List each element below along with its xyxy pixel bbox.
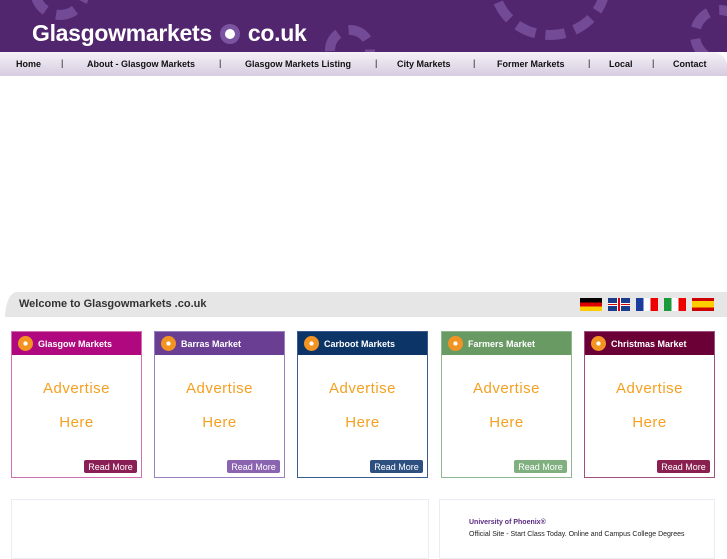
german-flag-icon[interactable] (580, 298, 602, 311)
read-more-button[interactable]: Read More (370, 460, 423, 473)
sun-icon (304, 336, 319, 351)
content-box (11, 499, 429, 559)
here-text: Here (632, 414, 667, 431)
here-text: Here (345, 414, 380, 431)
french-flag-icon[interactable] (636, 298, 658, 311)
nav-former-markets[interactable]: Former Markets (497, 59, 565, 69)
ad-title-link[interactable]: University of Phoenix® (469, 519, 546, 526)
ad-box: University of Phoenix® Official Site - S… (439, 499, 715, 559)
card-title: Glasgow Markets (38, 338, 113, 349)
spanish-flag-icon[interactable] (692, 298, 714, 311)
here-text: Here (59, 414, 94, 431)
site-header: Glasgowmarkets co.uk (0, 0, 727, 52)
sun-icon (161, 336, 176, 351)
english-flag-icon[interactable] (608, 298, 630, 311)
card-carboot-markets: Carboot Markets Advertise Here Read More (297, 331, 428, 478)
card-christmas-market: Christmas Market Advertise Here Read Mor… (584, 331, 715, 478)
nav-contact[interactable]: Contact (673, 59, 707, 69)
nav-listing[interactable]: Glasgow Markets Listing (245, 59, 351, 69)
card-title: Carboot Markets (324, 338, 396, 349)
advertise-text: Advertise (42, 380, 111, 397)
card-barras-market: Barras Market Advertise Here Read More (154, 331, 285, 478)
card-title: Farmers Market (468, 338, 536, 349)
read-more-button[interactable]: Read More (84, 460, 137, 473)
advertise-text: Advertise (185, 380, 254, 397)
site-logo[interactable]: Glasgowmarkets co.uk (32, 20, 307, 47)
advertise-text: Advertise (615, 380, 684, 397)
advertise-text: Advertise (328, 380, 397, 397)
card-title: Barras Market (181, 338, 242, 349)
here-text: Here (202, 414, 237, 431)
nav-local[interactable]: Local (609, 59, 633, 69)
here-text: Here (489, 414, 524, 431)
card-farmers-market: Farmers Market Advertise Here Read More (441, 331, 572, 478)
sun-icon (448, 336, 463, 351)
read-more-button[interactable]: Read More (514, 460, 567, 473)
card-title: Christmas Market (611, 338, 687, 349)
italian-flag-icon[interactable] (664, 298, 686, 311)
card-glasgow-markets: Glasgow Markets Advertise Here Read More (11, 331, 142, 478)
read-more-button[interactable]: Read More (227, 460, 280, 473)
nav-city-markets[interactable]: City Markets (397, 59, 451, 69)
sun-icon (18, 336, 33, 351)
sun-icon (591, 336, 606, 351)
ad-text: Official Site - Start Class Today. Onlin… (469, 531, 685, 538)
read-more-button[interactable]: Read More (657, 460, 710, 473)
advertise-text: Advertise (472, 380, 541, 397)
nav-home[interactable]: Home (16, 59, 41, 69)
welcome-text: Welcome to Glasgowmarkets .co.uk (19, 298, 207, 310)
nav-about[interactable]: About - Glasgow Markets (87, 59, 195, 69)
main-nav: Home | About - Glasgow Markets | Glasgow M… (0, 52, 727, 76)
